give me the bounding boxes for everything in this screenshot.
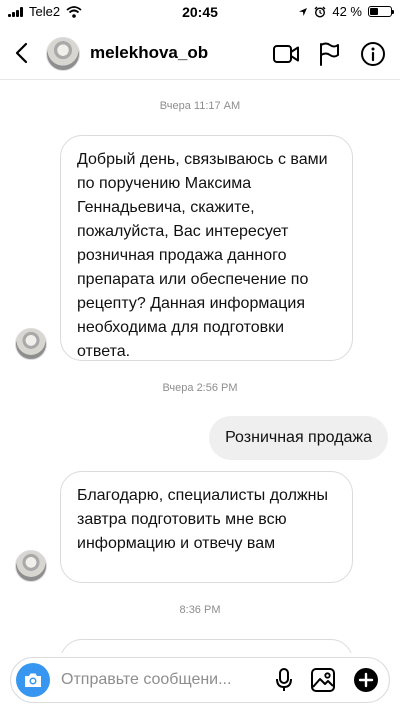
incoming-message[interactable]: Благодарю, специалисты должны завтра под… <box>60 471 353 583</box>
message-timestamp: Вчера 11:17 AM <box>159 100 241 112</box>
alarm-icon <box>314 6 326 18</box>
outgoing-message[interactable]: Розничная продажа <box>209 416 388 460</box>
info-icon <box>361 42 385 66</box>
message-input[interactable] <box>61 668 261 692</box>
status-bar: Tele2 20:45 42 % <box>0 0 400 24</box>
report-button[interactable] <box>315 40 343 68</box>
plus-circle-icon <box>354 668 378 692</box>
thread-username[interactable]: melekhova_ob <box>90 43 208 63</box>
thread-header: melekhova_ob <box>0 28 400 80</box>
message-timestamp: Вчера 2:56 PM <box>162 382 238 394</box>
voice-message-button[interactable] <box>270 666 298 694</box>
camera-icon <box>25 673 41 687</box>
incoming-message[interactable]: Добрый день, связываюсь с вами по поруче… <box>60 135 353 361</box>
battery-fill <box>370 8 379 15</box>
gallery-button[interactable] <box>309 666 337 694</box>
sender-avatar[interactable] <box>15 328 47 360</box>
back-button[interactable] <box>10 40 32 66</box>
location-icon <box>299 7 308 16</box>
image-icon <box>311 668 335 692</box>
message-composer <box>10 657 390 703</box>
info-button[interactable] <box>359 40 387 68</box>
message-timestamp: 8:36 PM <box>179 604 221 616</box>
flag-icon <box>320 42 339 66</box>
message-thread[interactable]: Вчера 11:17 AM Добрый день, связываюсь с… <box>0 81 400 653</box>
microphone-icon <box>276 668 292 691</box>
video-camera-icon <box>273 45 299 63</box>
more-options-button[interactable] <box>352 666 380 694</box>
sender-avatar[interactable] <box>15 550 47 582</box>
avatar[interactable] <box>46 37 80 71</box>
camera-button[interactable] <box>16 663 50 697</box>
battery-icon <box>368 6 394 17</box>
video-call-button[interactable] <box>272 40 300 68</box>
chevron-left-icon <box>15 42 28 64</box>
incoming-message-partial[interactable] <box>60 639 353 653</box>
battery-percent: 42 % <box>332 4 362 19</box>
